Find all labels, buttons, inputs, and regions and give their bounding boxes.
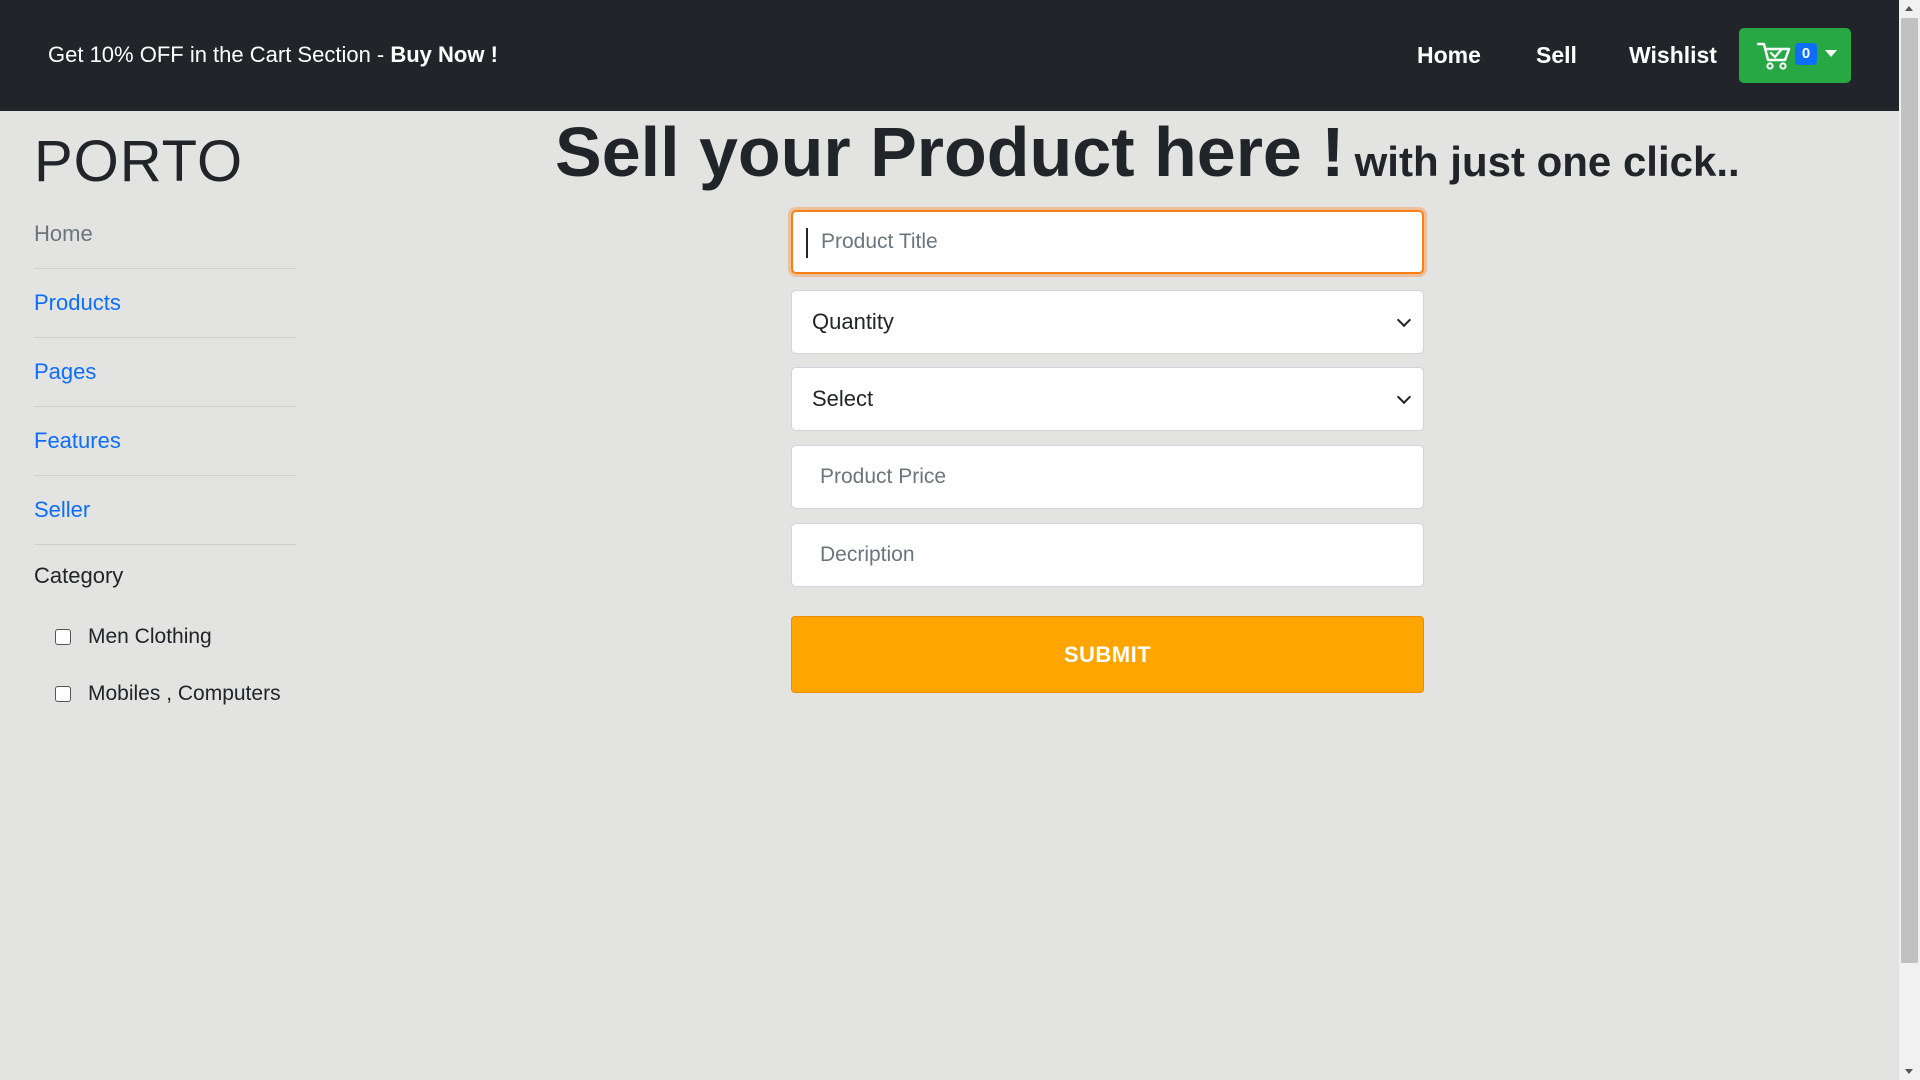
category-label: Men Clothing [88,625,212,648]
description-input[interactable] [791,523,1424,587]
product-price-input[interactable] [791,445,1424,509]
nav-wishlist-link[interactable]: Wishlist [1629,42,1717,69]
quantity-select[interactable]: Quantity [791,290,1424,354]
brand-logo[interactable]: PORTO [34,128,243,195]
scroll-down-arrow-icon[interactable] [1899,1063,1920,1080]
scrollbar-thumb[interactable] [1901,18,1918,963]
submit-button[interactable]: SUBMIT [791,616,1424,693]
category-filter-men-clothing[interactable]: Men Clothing [55,625,212,649]
sidebar-nav: Home Products Pages Features Seller [34,200,296,545]
sidebar-item-features[interactable]: Features [34,407,296,476]
quantity-select-value: Quantity [812,309,894,334]
category-heading: Category [34,563,124,588]
category-filter-mobiles-computers[interactable]: Mobiles , Computers [55,682,281,706]
page-title: Sell your Product here ! with just one cl… [555,112,1740,192]
chevron-down-icon [1396,389,1412,405]
nav-sell-link[interactable]: Sell [1536,42,1577,69]
checkbox[interactable] [55,629,71,645]
promo-text: Get 10% OFF in the Cart Section - [48,42,391,67]
product-title-input[interactable] [791,210,1424,274]
page-title-main: Sell your Product here ! [555,113,1345,191]
top-navbar: Get 10% OFF in the Cart Section - Buy No… [0,0,1899,111]
sidebar-item-home[interactable]: Home [34,200,296,269]
promo-cta-link[interactable]: Buy Now ! [390,42,498,67]
nav-home-link[interactable]: Home [1417,42,1481,69]
sidebar-item-pages[interactable]: Pages [34,338,296,407]
cart-count-badge: 0 [1795,43,1817,65]
chevron-down-icon [1396,312,1412,328]
sidebar-item-products[interactable]: Products [34,269,296,338]
category-select-value: Select [812,386,874,411]
scroll-up-arrow-icon[interactable] [1899,0,1920,17]
sidebar-item-seller[interactable]: Seller [34,476,296,545]
page-title-sub: with just one click.. [1354,138,1740,185]
chevron-down-icon [1825,50,1837,57]
text-cursor [806,228,808,258]
cart-icon [1757,42,1791,70]
checkbox[interactable] [55,686,71,702]
category-label: Mobiles , Computers [88,682,281,705]
vertical-scrollbar[interactable] [1899,0,1920,1080]
category-select[interactable]: Select [791,367,1424,431]
cart-dropdown-button[interactable]: 0 [1739,28,1851,83]
page: Get 10% OFF in the Cart Section - Buy No… [0,0,1920,1080]
promo-banner: Get 10% OFF in the Cart Section - Buy No… [48,42,498,68]
